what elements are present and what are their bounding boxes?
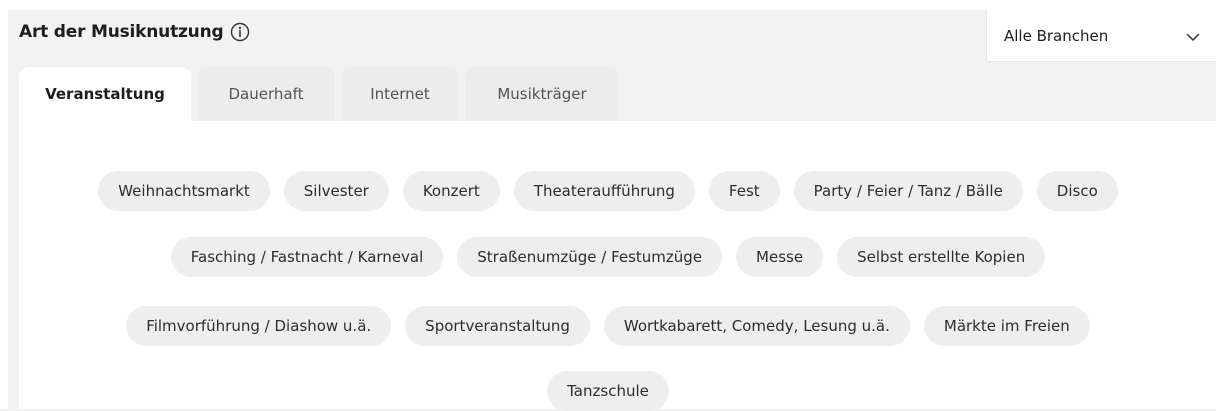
chevron-down-icon (1186, 29, 1200, 43)
usage-tabs: Veranstaltung Dauerhaft Internet Musiktr… (19, 67, 619, 121)
tab-panel: Weihnachtsmarkt Silvester Konzert Theate… (19, 121, 1216, 411)
chip-konzert[interactable]: Konzert (402, 171, 500, 211)
chip-party-feier-tanz-baelle[interactable]: Party / Feier / Tanz / Bälle (793, 171, 1023, 211)
chip-weihnachtsmarkt[interactable]: Weihnachtsmarkt (98, 171, 270, 211)
chip-disco[interactable]: Disco (1036, 171, 1118, 211)
chip-theaterauffuehrung[interactable]: Theateraufführung (513, 171, 695, 211)
tab-dauerhaft[interactable]: Dauerhaft (197, 67, 335, 121)
left-edge (0, 10, 8, 409)
tab-musiktraeger[interactable]: Musikträger (465, 67, 619, 121)
chip-fest[interactable]: Fest (708, 171, 780, 211)
chip-messe[interactable]: Messe (736, 237, 824, 277)
industry-filter-dropdown[interactable]: Alle Branchen (986, 10, 1216, 62)
tab-internet[interactable]: Internet (341, 67, 459, 121)
chip-silvester[interactable]: Silvester (283, 171, 389, 211)
chip-row: Weihnachtsmarkt Silvester Konzert Theate… (19, 171, 1197, 211)
chip-fasching[interactable]: Fasching / Fastnacht / Karneval (170, 237, 444, 277)
top-strip (0, 0, 1216, 10)
chip-strassenumzuege[interactable]: Straßenumzüge / Festumzüge (457, 237, 723, 277)
section-header: Art der Musiknutzung (19, 22, 250, 42)
chip-maerkte-im-freien[interactable]: Märkte im Freien (923, 306, 1090, 346)
chip-wortkabarett[interactable]: Wortkabarett, Comedy, Lesung u.ä. (603, 306, 910, 346)
tab-veranstaltung[interactable]: Veranstaltung (19, 67, 191, 121)
chip-sportveranstaltung[interactable]: Sportveranstaltung (405, 306, 590, 346)
chip-row: Tanzschule (19, 371, 1197, 411)
info-icon[interactable] (230, 22, 250, 42)
chip-tanzschule[interactable]: Tanzschule (547, 371, 669, 411)
chip-filmvorfuehrung[interactable]: Filmvorführung / Diashow u.ä. (126, 306, 392, 346)
chip-selbst-erstellte-kopien[interactable]: Selbst erstellte Kopien (837, 237, 1046, 277)
section-title: Art der Musiknutzung (19, 22, 224, 42)
industry-filter-value: Alle Branchen (1004, 26, 1109, 45)
chip-row: Filmvorführung / Diashow u.ä. Sportveran… (19, 306, 1197, 346)
chip-row: Fasching / Fastnacht / Karneval Straßenu… (19, 237, 1197, 277)
